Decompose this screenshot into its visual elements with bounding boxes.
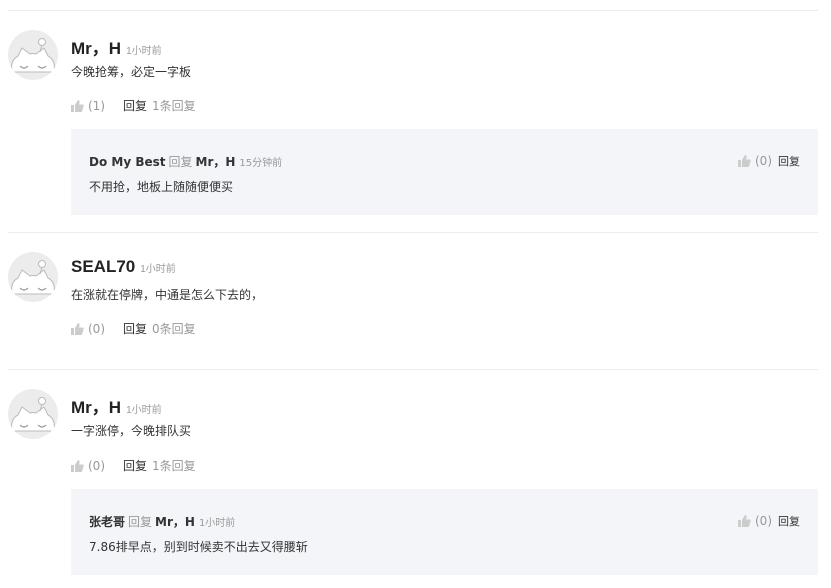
reply-target[interactable]: Mr，H [196, 155, 236, 169]
comment-author[interactable]: SEAL70 1小时前 [71, 257, 176, 277]
comment-actions: (0) 回复 0条回复 [71, 320, 196, 337]
reply-button[interactable]: 回复 [123, 320, 147, 337]
reply-time: 15分钟前 [239, 158, 283, 169]
reply-word: 回复 [168, 155, 193, 169]
comment-text: 在涨就在停牌，中通是怎么下去的， [71, 288, 264, 302]
like-count[interactable]: (0) [755, 154, 772, 168]
comment-actions: (0) 回复 1条回复 [71, 457, 196, 474]
reply-author[interactable]: Do My Best [89, 155, 166, 169]
comment-actions: (1) 回复 1条回复 [71, 97, 196, 114]
reply-count-link[interactable]: 1条回复 [152, 457, 196, 474]
comment-author[interactable]: Mr，H 1小时前 [71, 34, 162, 59]
like-count[interactable]: (0) [755, 514, 772, 528]
reply-header: 张老哥 回复 Mr，H 1小时前 [89, 513, 235, 530]
reply-button[interactable]: 回复 [123, 457, 147, 474]
like-count[interactable]: (0) [88, 322, 105, 336]
reply-text: 7.86排早点，别到时候卖不出去又得腰斩 [89, 540, 308, 554]
comment-author[interactable]: Mr，H 1小时前 [71, 393, 162, 418]
reply-time: 1小时前 [198, 518, 236, 529]
comment-text: 一字涨停，今晚排队买 [71, 424, 192, 438]
thumbs-up-icon[interactable] [738, 515, 751, 527]
reply-text: 不用抢，地板上随随便便买 [89, 180, 234, 194]
divider [8, 10, 818, 11]
comment-time: 1小时前 [126, 46, 162, 57]
like-count[interactable]: (0) [88, 459, 105, 473]
reply-box: 张老哥 回复 Mr，H 1小时前 7.86排早点，别到时候卖不出去又得腰斩 (0) 回… [71, 489, 818, 575]
divider [8, 232, 818, 233]
default-avatar-icon[interactable] [8, 30, 58, 80]
comment-time: 1小时前 [126, 405, 162, 416]
thumbs-up-icon[interactable] [71, 459, 84, 472]
like-count[interactable]: (1) [88, 99, 105, 113]
default-avatar-icon[interactable] [8, 389, 58, 439]
thumbs-up-icon[interactable] [71, 99, 84, 112]
reply-author[interactable]: 张老哥 [89, 515, 125, 529]
reply-word: 回复 [128, 515, 153, 529]
reply-target[interactable]: Mr，H [155, 515, 195, 529]
reply-button[interactable]: 回复 [123, 97, 147, 114]
default-avatar-icon[interactable] [8, 252, 58, 302]
reply-button[interactable]: 回复 [778, 153, 800, 169]
reply-actions: (0) 回复 [738, 153, 800, 169]
reply-count-link[interactable]: 1条回复 [152, 97, 196, 114]
reply-button[interactable]: 回复 [778, 513, 800, 529]
reply-box: Do My Best 回复 Mr，H 15分钟前 不用抢，地板上随随便便买 (0) 回… [71, 129, 818, 215]
comment-time: 1小时前 [140, 264, 176, 275]
reply-actions: (0) 回复 [738, 513, 800, 529]
comment-text: 今晚抢筹，必定一字板 [71, 65, 192, 79]
divider [8, 369, 818, 370]
thumbs-up-icon[interactable] [738, 155, 751, 167]
reply-header: Do My Best 回复 Mr，H 15分钟前 [89, 153, 282, 170]
reply-count-link[interactable]: 0条回复 [152, 320, 196, 337]
thumbs-up-icon[interactable] [71, 322, 84, 335]
